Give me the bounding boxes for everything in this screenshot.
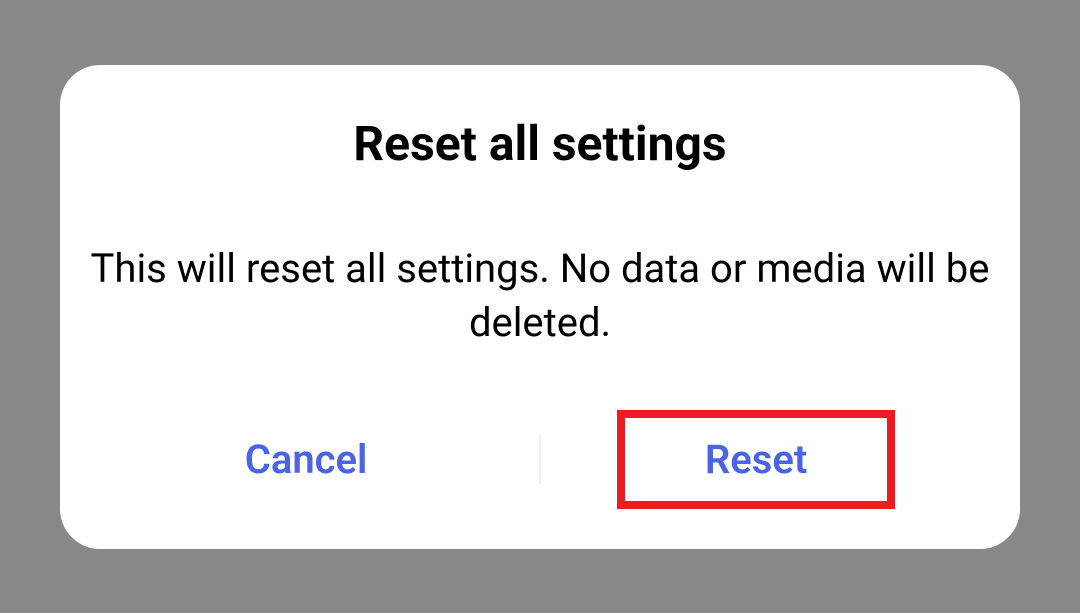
dialog-button-row: Cancel Reset: [90, 410, 990, 509]
reset-settings-dialog: Reset all settings This will reset all s…: [60, 65, 1020, 549]
dialog-title: Reset all settings: [353, 115, 726, 172]
cancel-button[interactable]: Cancel: [185, 418, 428, 501]
button-divider: [540, 434, 541, 484]
reset-button[interactable]: Reset: [665, 422, 847, 497]
reset-button-highlight: Reset: [617, 410, 895, 509]
dialog-message: This will reset all settings. No data or…: [90, 242, 990, 350]
